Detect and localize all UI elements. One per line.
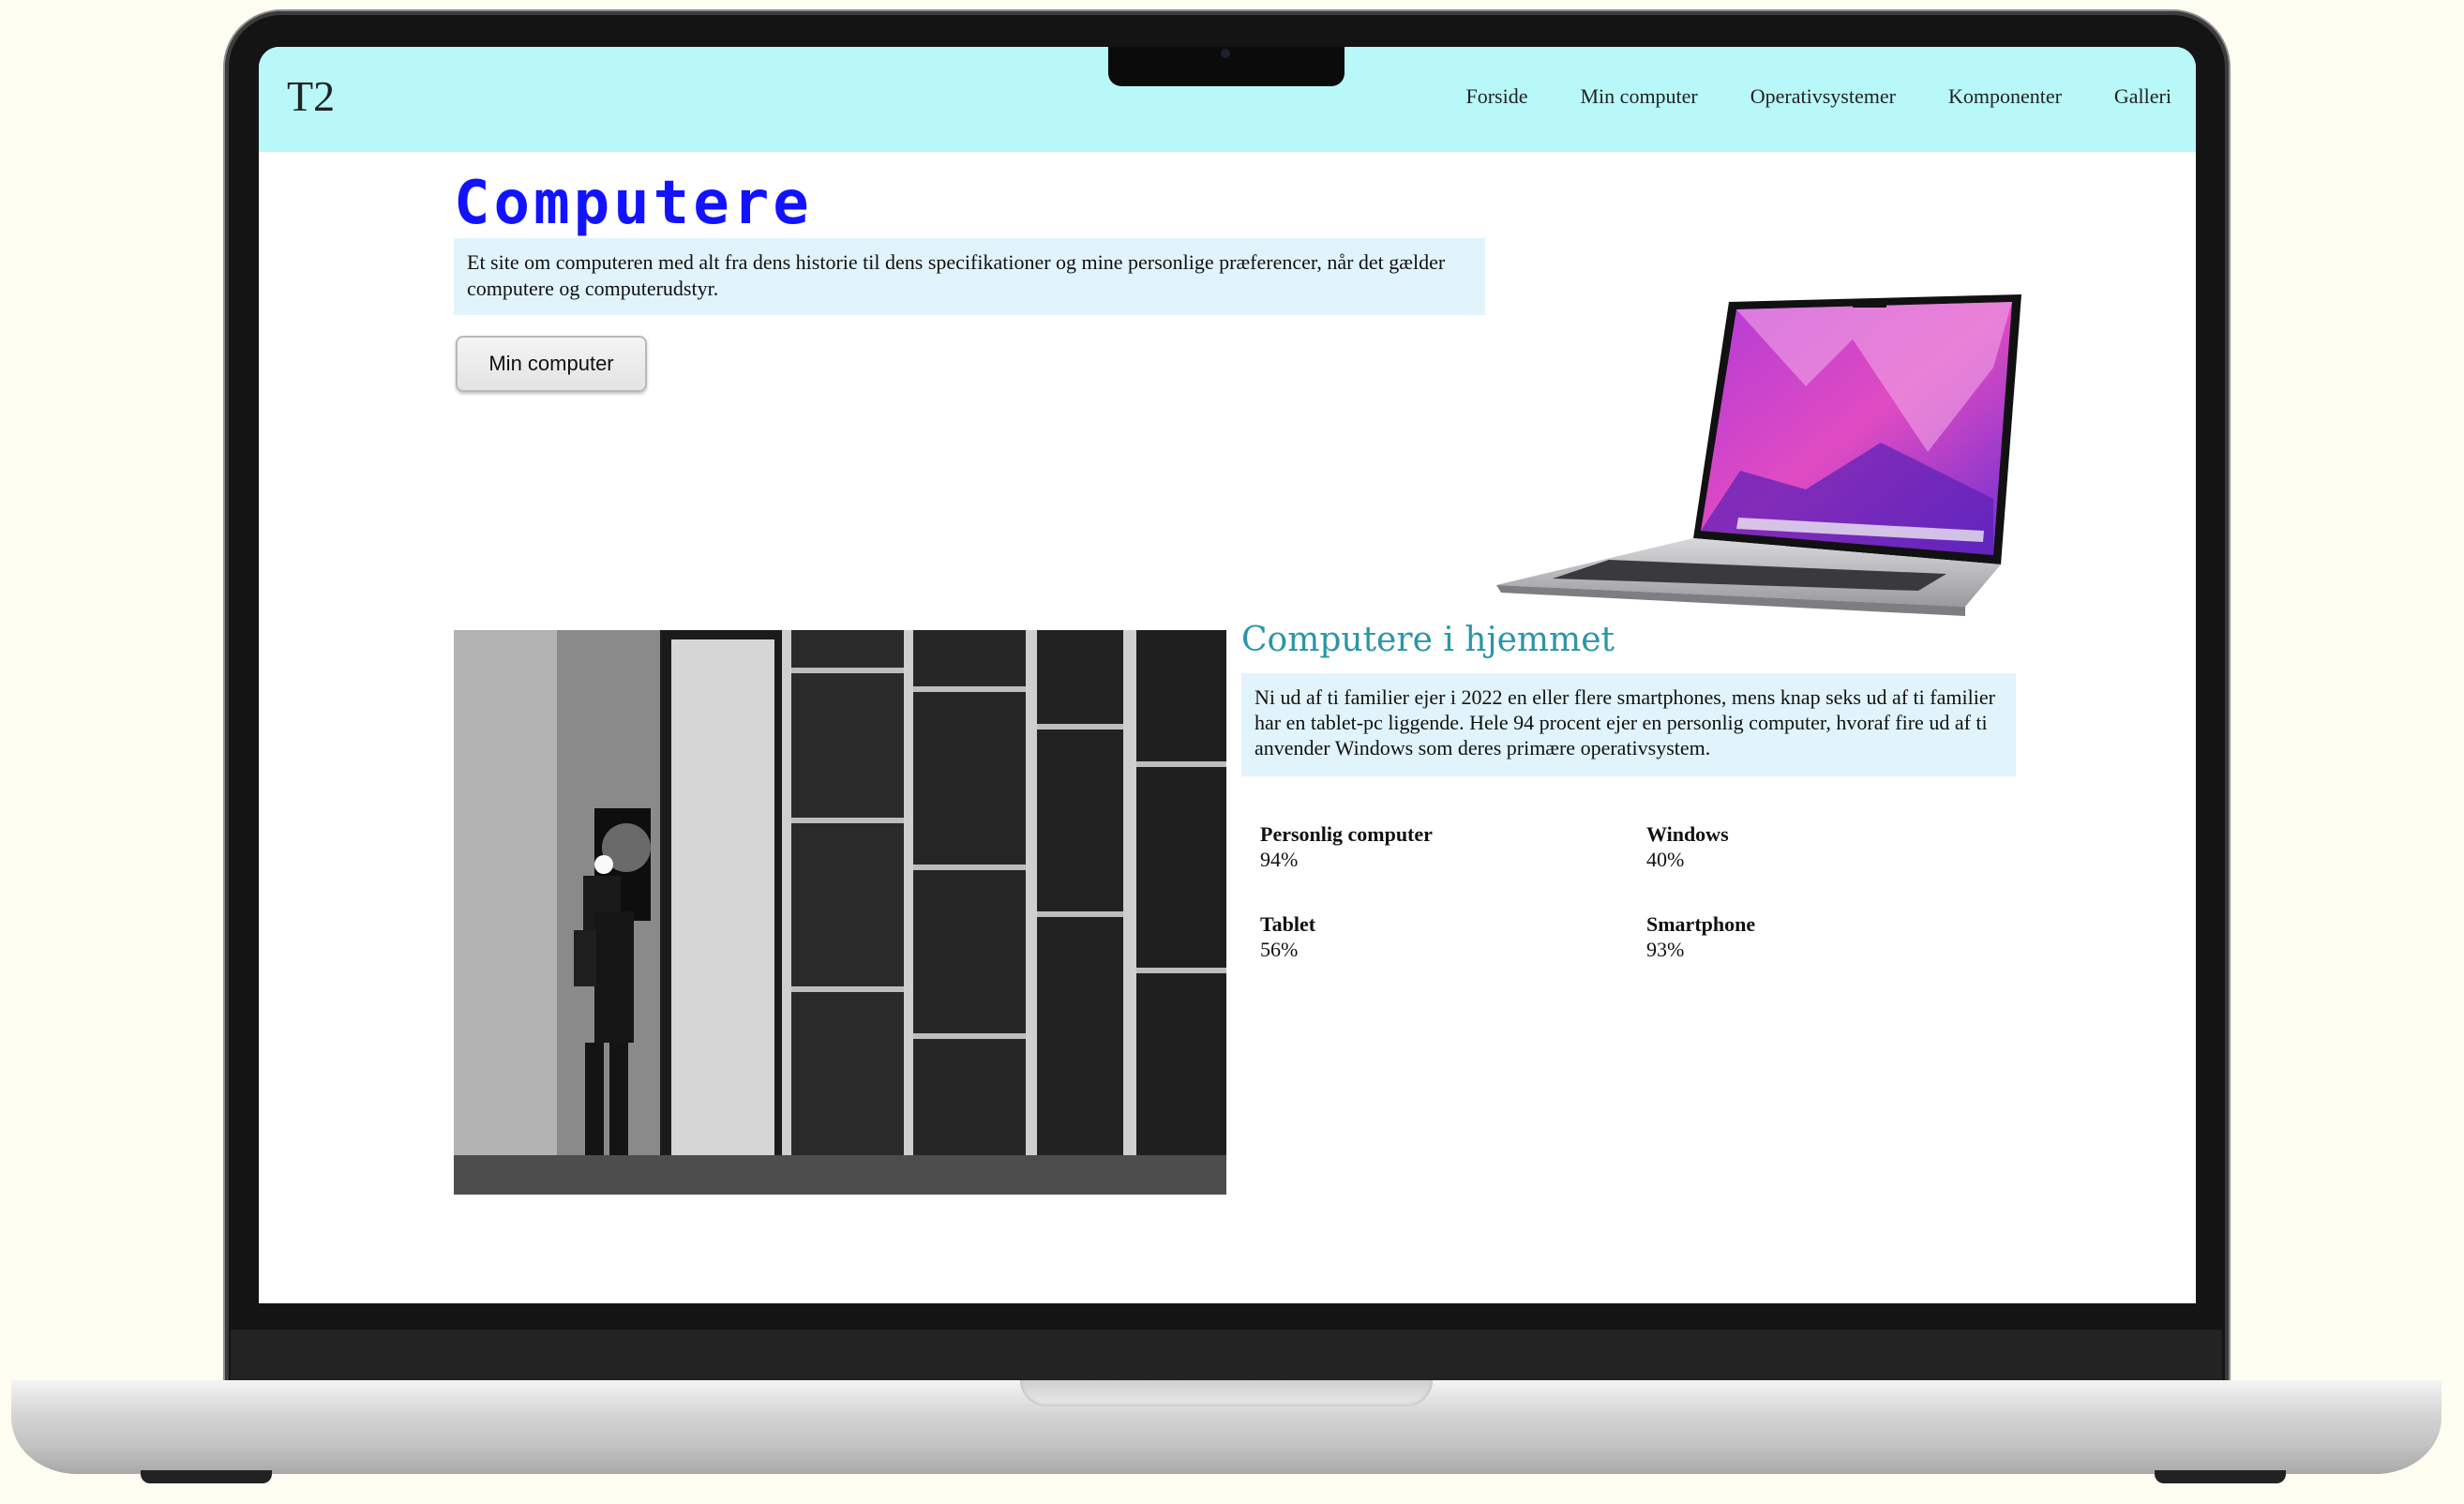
stat-label: Tablet	[1260, 912, 1316, 936]
nav-komponenter[interactable]: Komponenter	[1948, 84, 2062, 109]
nav-galleri[interactable]: Galleri	[2114, 84, 2171, 109]
stat-value: 40%	[1646, 848, 1685, 871]
historic-computer-photo	[454, 630, 1226, 1195]
min-computer-button[interactable]: Min computer	[456, 336, 647, 392]
stat-label: Personlig computer	[1260, 822, 1433, 846]
home-section-title: Computere i hjemmet	[1241, 621, 1615, 659]
stat-value: 93%	[1646, 938, 1685, 961]
stat-value: 94%	[1260, 848, 1299, 871]
laptop-opening-notch	[1020, 1380, 1433, 1406]
stat-label: Smartphone	[1646, 912, 1756, 936]
website-screen: T2 Forside Min computer Operativsystemer…	[259, 47, 2196, 1303]
laptop-product-image	[1496, 294, 2021, 616]
main-nav: Forside Min computer Operativsystemer Ko…	[1466, 84, 2172, 109]
home-section-text: Ni ud af ti familier ejer i 2022 en elle…	[1241, 673, 2016, 776]
stat-tablet: Tablet 56%	[1260, 911, 1315, 962]
nav-forside[interactable]: Forside	[1466, 84, 1528, 109]
stat-windows: Windows 40%	[1646, 821, 1729, 872]
laptop-bezel	[231, 1330, 2222, 1384]
laptop-foot-right	[2155, 1470, 2286, 1483]
stat-personlig-computer: Personlig computer 94%	[1260, 821, 1433, 872]
nav-min-computer[interactable]: Min computer	[1581, 84, 1698, 109]
laptop-foot-left	[141, 1470, 272, 1483]
stat-smartphone: Smartphone 93%	[1646, 911, 1755, 962]
stat-value: 56%	[1260, 938, 1299, 961]
camera-icon	[1221, 49, 1230, 58]
site-logo[interactable]: T2	[287, 71, 335, 121]
nav-operativsystemer[interactable]: Operativsystemer	[1750, 84, 1896, 109]
hero-title: Computere	[454, 169, 813, 238]
hero-intro-text: Et site om computeren med alt fra dens h…	[454, 238, 1485, 315]
stat-label: Windows	[1646, 822, 1729, 846]
